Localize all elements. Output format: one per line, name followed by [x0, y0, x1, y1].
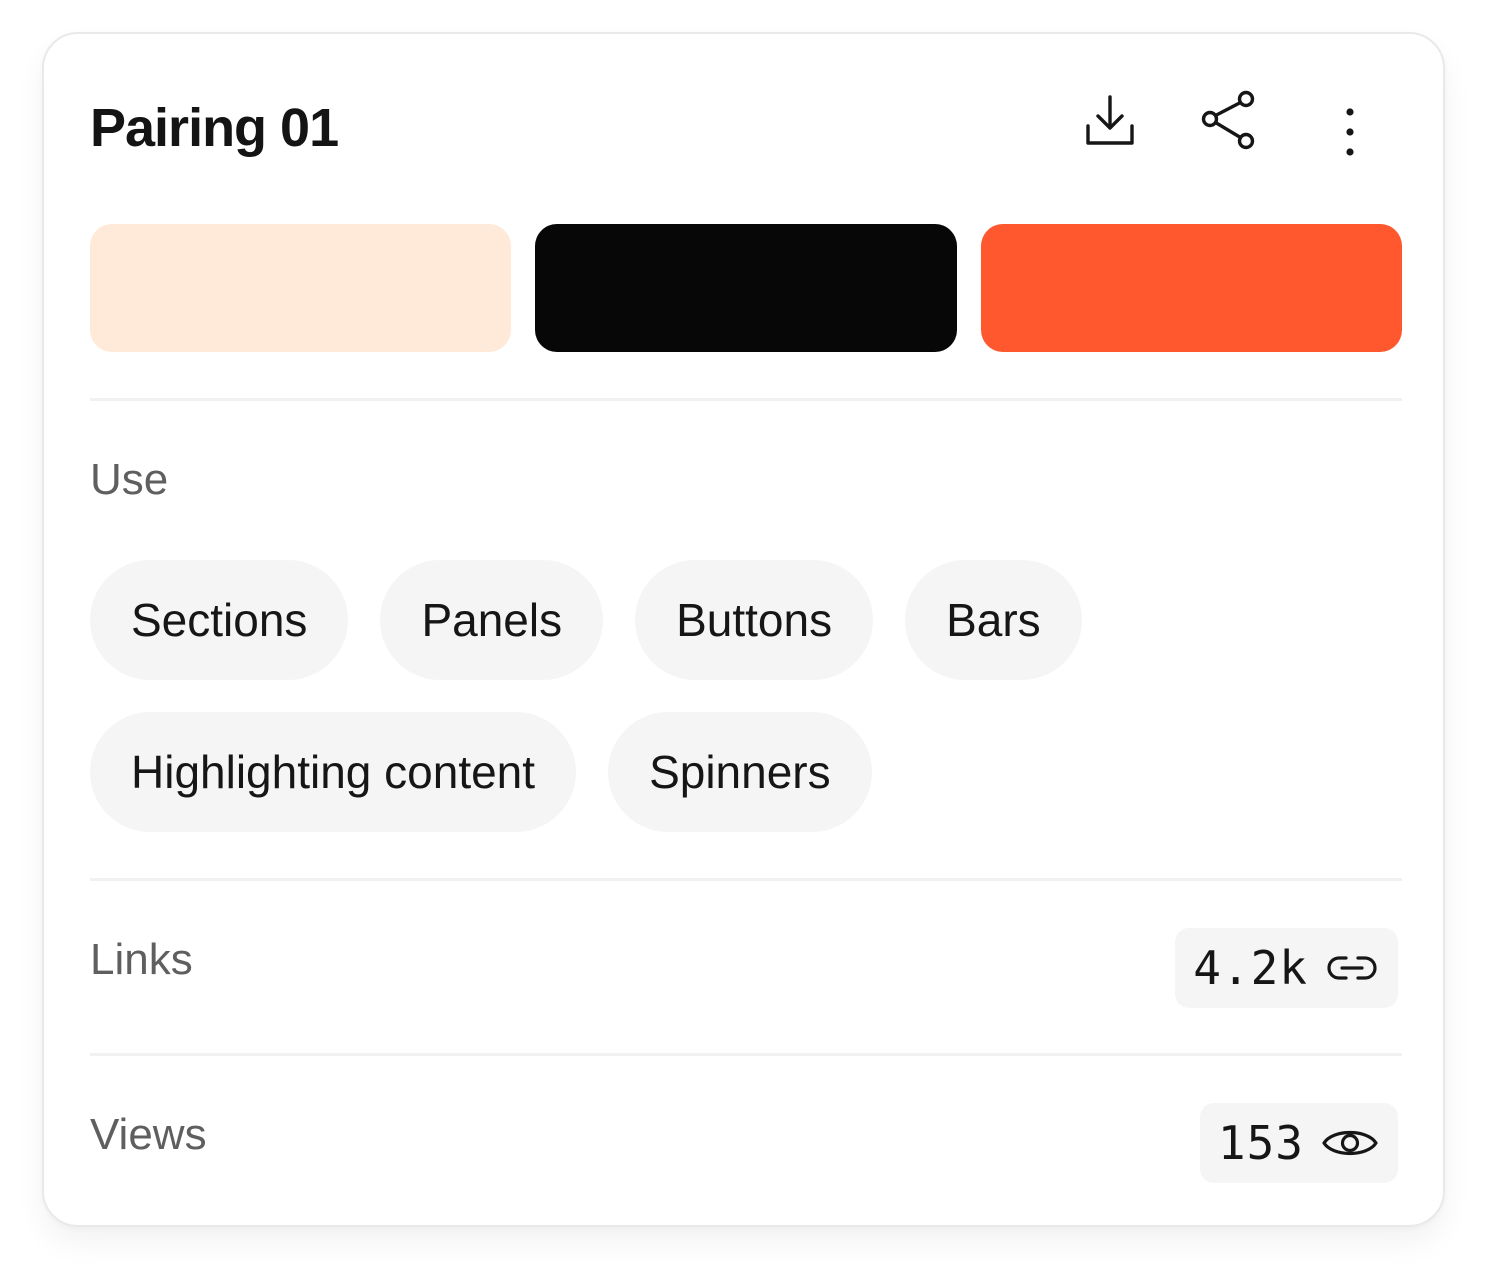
more-vertical-icon — [1346, 108, 1354, 156]
divider — [90, 398, 1402, 401]
link-icon — [1327, 956, 1377, 980]
color-swatches — [90, 224, 1402, 352]
links-label: Links — [90, 935, 193, 984]
share-button[interactable] — [1194, 84, 1266, 156]
links-stat: 4.2k — [1175, 928, 1398, 1008]
divider — [90, 878, 1402, 881]
tag-buttons[interactable]: Buttons — [635, 560, 874, 680]
divider — [90, 1053, 1402, 1056]
download-icon — [1086, 95, 1134, 145]
more-options-button[interactable] — [1314, 96, 1386, 168]
pairing-card: Pairing 01 Use Sections Panels Buttons B… — [42, 32, 1445, 1227]
color-swatch[interactable] — [90, 224, 512, 352]
eye-icon — [1322, 1131, 1378, 1155]
views-stat: 153 — [1199, 1103, 1398, 1183]
use-tags: Sections Panels Buttons Bars Highlightin… — [90, 560, 1402, 832]
views-label: Views — [90, 1110, 207, 1159]
views-count: 153 — [1217, 1116, 1304, 1170]
tag-panels[interactable]: Panels — [380, 560, 604, 680]
tag-sections[interactable]: Sections — [90, 560, 349, 680]
color-swatch[interactable] — [535, 224, 957, 352]
download-button[interactable] — [1074, 84, 1146, 156]
tag-bars[interactable]: Bars — [905, 560, 1082, 680]
tag-highlighting-content[interactable]: Highlighting content — [90, 712, 577, 832]
use-label: Use — [90, 455, 169, 504]
share-icon — [1201, 90, 1255, 150]
links-count: 4.2k — [1193, 941, 1308, 995]
tag-spinners[interactable]: Spinners — [608, 712, 872, 832]
color-swatch[interactable] — [980, 224, 1402, 352]
card-title: Pairing 01 — [90, 98, 339, 158]
